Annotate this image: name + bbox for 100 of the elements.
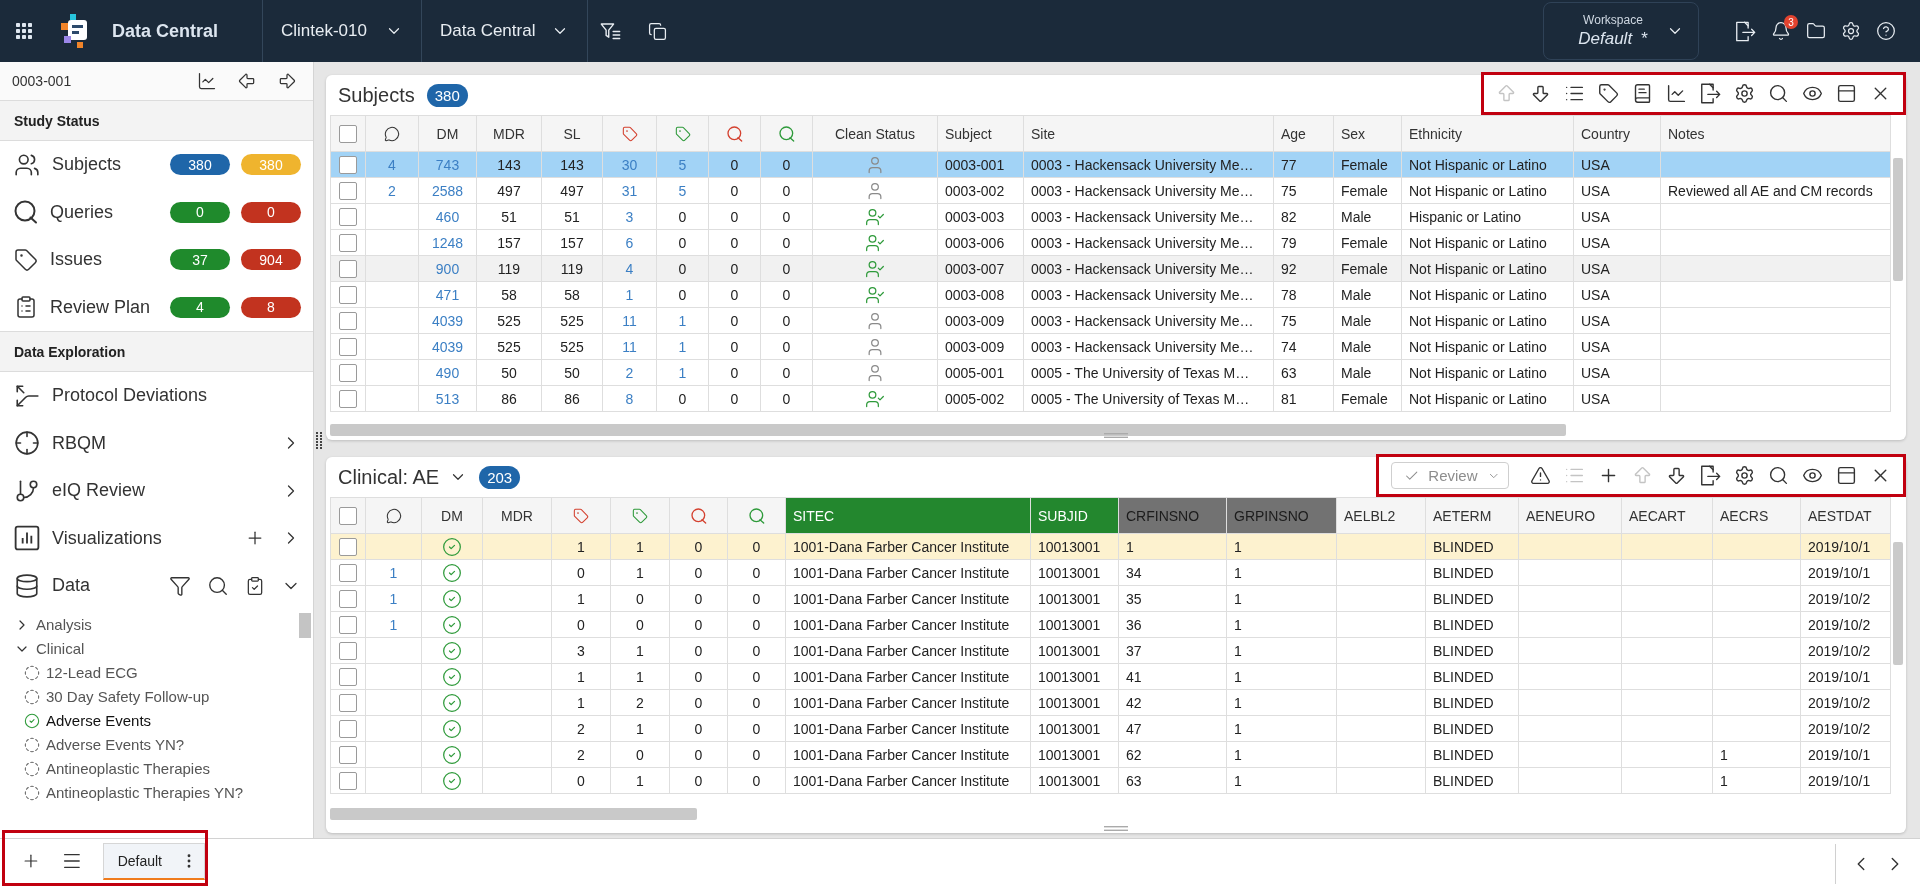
column-header[interactable]: Sex bbox=[1334, 116, 1402, 152]
book-icon[interactable] bbox=[1632, 83, 1653, 104]
arrow-left-icon[interactable] bbox=[237, 71, 257, 91]
module-selector[interactable]: Data Central bbox=[422, 0, 587, 62]
table-row[interactable]: 1 2 0 0 1001-Dana Farber Cancer Institute 10013001 42 1 BLINDED 2019/10/2 bbox=[331, 690, 1891, 716]
splitter-grip-icon[interactable] bbox=[316, 432, 322, 450]
search-icon[interactable] bbox=[207, 574, 229, 597]
row-checkbox[interactable] bbox=[339, 563, 357, 582]
column-header[interactable]: AELBL2 bbox=[1337, 498, 1426, 534]
tree-item[interactable]: 12-Lead ECG bbox=[0, 662, 293, 683]
tree-item[interactable]: 30 Day Safety Follow-up bbox=[0, 686, 293, 707]
arrow-right-icon[interactable] bbox=[277, 71, 297, 91]
row-checkbox[interactable] bbox=[339, 615, 357, 634]
table-row[interactable]: 2 1 0 0 1001-Dana Farber Cancer Institute 10013001 47 1 BLINDED 2019/10/2 bbox=[331, 716, 1891, 742]
study-selector[interactable]: Clintek-010 bbox=[263, 0, 421, 62]
column-header[interactable]: Clean Status bbox=[813, 116, 938, 152]
row-checkbox[interactable] bbox=[339, 589, 357, 608]
nav-item[interactable]: Data bbox=[0, 562, 313, 610]
table-row[interactable]: 513 86 86 8 0 0 0 0005-002 0005 - The University of Texas M… 81 Female Not Hispanic or Latino USA bbox=[331, 386, 1891, 412]
scrollbar-thumb[interactable] bbox=[330, 808, 697, 820]
row-checkbox[interactable] bbox=[339, 537, 357, 556]
row-checkbox[interactable] bbox=[339, 181, 357, 200]
folder-icon[interactable] bbox=[1806, 21, 1826, 41]
apps-grid-icon[interactable] bbox=[16, 23, 32, 39]
table-row[interactable]: 4039 525 525 11 1 0 0 0003-009 0003 - Hackensack University Me… 74 Male Not Hispanic or Latino USA bbox=[331, 334, 1891, 360]
row-checkbox[interactable] bbox=[339, 693, 357, 712]
table-cell[interactable]: 513 bbox=[419, 386, 477, 412]
nav-item[interactable]: Queries 0 0 bbox=[0, 188, 313, 236]
table-row[interactable]: 490 50 50 2 1 0 0 0005-001 0005 - The University of Texas M… 63 Male Not Hispanic or Latino USA bbox=[331, 360, 1891, 386]
row-checkbox[interactable] bbox=[339, 745, 357, 764]
row-checkbox[interactable] bbox=[339, 155, 357, 174]
count-badge[interactable]: 380 bbox=[170, 154, 230, 176]
column-header[interactable]: Age bbox=[1274, 116, 1334, 152]
scrollbar-thumb[interactable] bbox=[1893, 542, 1903, 665]
column-header[interactable]: DM bbox=[422, 498, 483, 534]
nav-item[interactable]: eIQ Review bbox=[0, 467, 313, 515]
warning-icon[interactable] bbox=[1530, 465, 1551, 486]
count-badge[interactable]: 4 bbox=[170, 296, 230, 318]
column-header[interactable]: AENEURO bbox=[1519, 498, 1622, 534]
nav-item[interactable]: Subjects 380 380 bbox=[0, 141, 313, 189]
column-header[interactable]: Notes bbox=[1661, 116, 1891, 152]
scrollbar-thumb[interactable] bbox=[330, 424, 1566, 436]
column-header[interactable]: CRFINSNO bbox=[1119, 498, 1227, 534]
arrow-down-icon[interactable] bbox=[1666, 465, 1687, 486]
arrow-down-icon[interactable] bbox=[1530, 83, 1551, 104]
row-checkbox[interactable] bbox=[339, 771, 357, 790]
nav-item[interactable]: RBQM bbox=[0, 419, 313, 467]
column-header[interactable]: AECART bbox=[1622, 498, 1713, 534]
row-checkbox[interactable] bbox=[339, 667, 357, 686]
column-header[interactable]: GRPINSNO bbox=[1227, 498, 1337, 534]
table-cell[interactable]: 8 bbox=[603, 386, 657, 412]
scrollbar-thumb[interactable] bbox=[1893, 158, 1903, 281]
column-header[interactable]: SUBJID bbox=[1031, 498, 1119, 534]
table-row[interactable]: 471 58 58 1 0 0 0 0003-008 0003 - Hackensack University Me… 78 Male Not Hispanic or Latino USA bbox=[331, 282, 1891, 308]
panel-layout-icon[interactable] bbox=[1836, 465, 1857, 486]
line-chart-icon[interactable] bbox=[197, 71, 217, 91]
column-header[interactable]: DM bbox=[419, 116, 477, 152]
panel-layout-icon[interactable] bbox=[1836, 83, 1857, 104]
tree-item[interactable]: Adverse Events bbox=[0, 710, 293, 731]
help-icon[interactable] bbox=[1876, 21, 1896, 41]
table-row[interactable]: 1 0 0 0 0 1001-Dana Farber Cancer Institute 10013001 36 1 BLINDED 2019/10/2 bbox=[331, 612, 1891, 638]
table-row[interactable]: 900 119 119 4 0 0 0 0003-007 0003 - Hackensack University Me… 92 Female Not Hispanic or Latino USA bbox=[331, 256, 1891, 282]
export-icon[interactable] bbox=[1735, 20, 1756, 42]
export-icon[interactable] bbox=[1700, 465, 1721, 486]
tree-item[interactable]: Adverse Events YN? bbox=[0, 734, 293, 755]
count-badge[interactable]: 8 bbox=[241, 296, 301, 318]
table-row[interactable]: 3 1 0 0 1001-Dana Farber Cancer Institute 10013001 37 1 BLINDED 2019/10/2 bbox=[331, 638, 1891, 664]
column-header[interactable]: SL bbox=[542, 116, 603, 152]
table-row[interactable]: 1 1 0 0 0 1001-Dana Farber Cancer Institute 10013001 35 1 BLINDED 2019/10/2 bbox=[331, 586, 1891, 612]
search-icon[interactable] bbox=[1768, 83, 1789, 104]
nav-item[interactable]: Review Plan 4 8 bbox=[0, 283, 313, 331]
count-badge[interactable]: 0 bbox=[241, 201, 301, 223]
tree-item[interactable]: Antineoplastic Therapies bbox=[0, 758, 293, 779]
column-header[interactable]: SITEC bbox=[786, 498, 1031, 534]
column-header[interactable]: Country bbox=[1574, 116, 1661, 152]
copy-icon[interactable] bbox=[648, 21, 667, 41]
table-row[interactable]: 460 51 51 3 0 0 0 0003-003 0003 - Hackensack University Me… 82 Male Hispanic or Latino USA bbox=[331, 204, 1891, 230]
settings-icon[interactable] bbox=[1734, 83, 1755, 104]
nav-item[interactable]: Visualizations bbox=[0, 514, 313, 562]
nav-item[interactable]: Protocol Deviations bbox=[0, 372, 313, 420]
row-checkbox[interactable] bbox=[339, 337, 357, 356]
search-icon[interactable] bbox=[1768, 465, 1789, 486]
row-checkbox[interactable] bbox=[339, 389, 357, 408]
column-header[interactable]: Ethnicity bbox=[1402, 116, 1574, 152]
row-checkbox[interactable] bbox=[339, 285, 357, 304]
row-checkbox[interactable] bbox=[339, 311, 357, 330]
workspace-selector[interactable]: Workspace Default * bbox=[1543, 2, 1699, 60]
nav-item[interactable]: Issues 37 904 bbox=[0, 236, 313, 284]
column-header[interactable]: Site bbox=[1024, 116, 1274, 152]
resize-handle-icon[interactable] bbox=[1104, 826, 1128, 831]
table-row[interactable]: 1 1 0 0 1001-Dana Farber Cancer Institute 10013001 41 1 BLINDED 2019/10/1 bbox=[331, 664, 1891, 690]
column-header[interactable]: AETERM bbox=[1426, 498, 1519, 534]
column-header[interactable]: MDR bbox=[483, 498, 552, 534]
table-row[interactable]: 2 2588 497 497 31 5 0 0 0003-002 0003 - Hackensack University Me… 75 Female Not Hispanic or Latino USA Reviewed all AE and CM records bbox=[331, 178, 1891, 204]
count-badge[interactable]: 37 bbox=[170, 249, 230, 271]
table-row[interactable]: 1 0 1 0 0 1001-Dana Farber Cancer Institute 10013001 34 1 BLINDED 2019/10/1 bbox=[331, 560, 1891, 586]
table-row[interactable]: 4 743 143 143 30 5 0 0 0003-001 0003 - Hackensack University Me… 77 Female Not Hispanic or Latino USA bbox=[331, 152, 1891, 178]
tag-icon[interactable] bbox=[1598, 83, 1619, 104]
tree-item[interactable]: Analysis bbox=[0, 614, 293, 635]
dataset-selector[interactable]: Clinical: AE bbox=[338, 465, 468, 489]
